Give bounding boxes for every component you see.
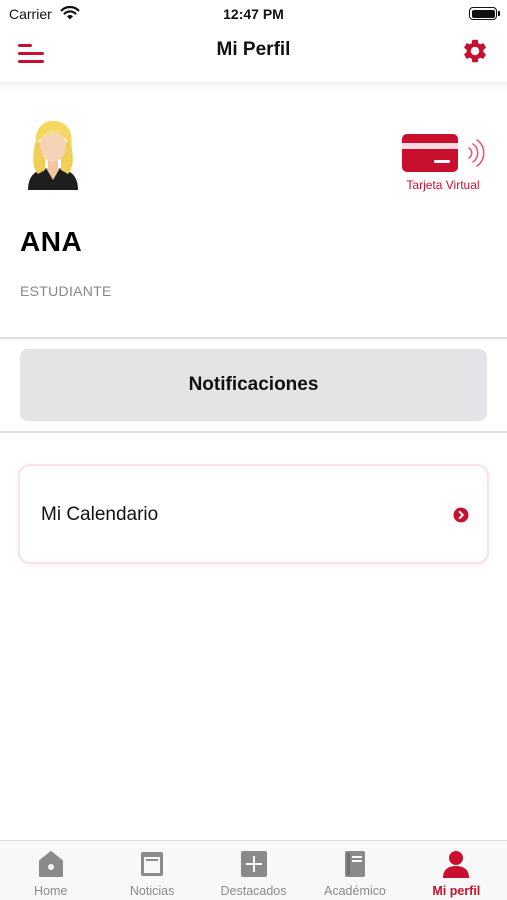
book-icon — [344, 851, 365, 877]
calendar-card[interactable]: Mi Calendario — [18, 464, 489, 564]
home-icon — [38, 851, 63, 877]
notifications-button[interactable]: Notificaciones — [20, 349, 487, 421]
chevron-right-icon — [453, 507, 469, 523]
gear-icon[interactable] — [461, 37, 489, 65]
status-time: 12:47 PM — [223, 6, 284, 22]
calendar-label: Mi Calendario — [41, 504, 159, 525]
tab-destacados[interactable]: Destacados — [203, 841, 304, 900]
tab-academico[interactable]: Académico — [304, 841, 405, 900]
battery-icon — [469, 7, 500, 20]
tab-home[interactable]: Home — [0, 841, 101, 900]
plus-icon — [240, 851, 267, 877]
person-icon — [443, 851, 470, 878]
virtual-card-button[interactable]: Tarjeta Virtual — [398, 130, 490, 196]
divider — [0, 431, 507, 433]
tab-label: Noticias — [129, 884, 175, 898]
user-name: ANA — [20, 226, 83, 257]
tab-mi-perfil[interactable]: Mi perfil — [406, 841, 507, 900]
page-title: Mi Perfil — [216, 39, 291, 60]
credit-card-icon — [402, 134, 485, 172]
divider — [0, 337, 507, 339]
status-bar: Carrier 12:47 PM — [0, 0, 507, 28]
avatar — [28, 120, 78, 190]
tab-label: Home — [34, 884, 68, 898]
user-role: ESTUDIANTE — [20, 283, 112, 299]
tab-label: Académico — [324, 884, 386, 898]
tab-label: Destacados — [220, 884, 287, 898]
tab-noticias[interactable]: Noticias — [101, 841, 202, 900]
tab-bar: Home Noticias Destacados Académico Mi pe… — [0, 840, 507, 900]
tab-label: Mi perfil — [432, 884, 481, 898]
virtual-card-label: Tarjeta Virtual — [406, 178, 480, 192]
navigation-bar: Mi Perfil — [0, 28, 507, 82]
news-icon — [141, 852, 164, 876]
